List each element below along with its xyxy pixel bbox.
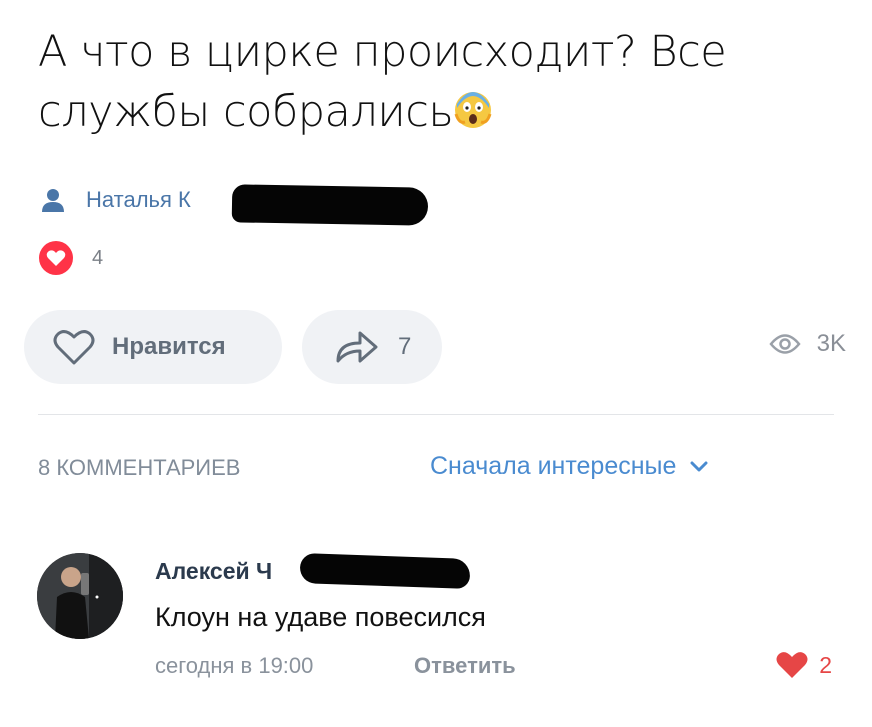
heart-badge-icon: [39, 241, 73, 275]
screaming-face-emoji-icon: [454, 92, 492, 128]
comment-like-button[interactable]: 2: [775, 650, 832, 680]
post-author[interactable]: Наталья К: [40, 180, 191, 220]
heart-icon: [776, 652, 808, 678]
views-count: 3K: [816, 330, 846, 357]
post-text: А что в цирке происходит? Все службы соб…: [38, 27, 727, 137]
redaction-bar: [299, 553, 471, 589]
avatar-photo: [37, 553, 123, 639]
comment-author[interactable]: Алексей Ч: [155, 558, 272, 585]
comment-text: Клоун на удаве повесился: [155, 602, 486, 632]
reply-button[interactable]: Ответить: [414, 653, 516, 679]
post-text-block: А что в цирке происходит? Все службы соб…: [38, 22, 828, 142]
eye-icon: [769, 334, 801, 354]
redaction-bar: [231, 184, 429, 226]
user-icon: [42, 189, 64, 212]
chevron-down-icon: [690, 461, 708, 471]
comments-sort-dropdown[interactable]: Сначала интересные: [430, 452, 708, 481]
heart-outline-icon: [53, 330, 95, 365]
comment-like-count: 2: [819, 651, 832, 678]
avatar[interactable]: [37, 553, 123, 639]
share-count: 7: [398, 333, 412, 360]
post-reactions[interactable]: 4: [38, 240, 103, 276]
post-author-name[interactable]: Наталья К: [86, 187, 191, 213]
views-counter: 3K: [769, 330, 846, 358]
reaction-count: 4: [92, 246, 104, 269]
like-label: Нравится: [112, 333, 226, 360]
comments-count: 8 КОММЕНТАРИЕВ: [38, 455, 241, 480]
share-arrow-icon: [336, 331, 378, 363]
sort-label: Сначала интересные: [430, 452, 677, 480]
share-button[interactable]: 7: [302, 310, 442, 384]
comment-time: сегодня в 19:00: [155, 653, 314, 678]
like-button[interactable]: Нравится: [24, 310, 282, 384]
divider: [38, 414, 834, 415]
